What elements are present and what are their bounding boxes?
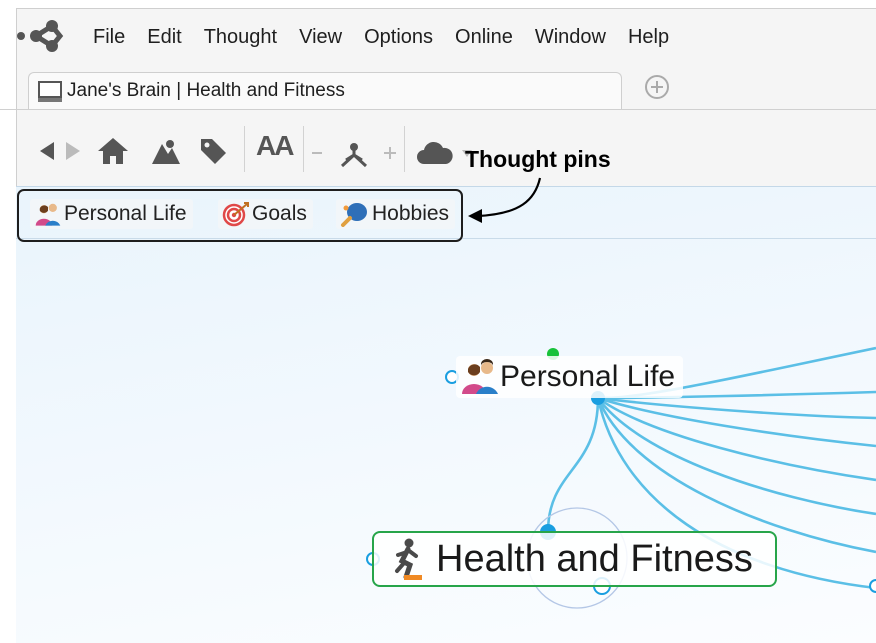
annotation-arrow bbox=[468, 177, 542, 223]
